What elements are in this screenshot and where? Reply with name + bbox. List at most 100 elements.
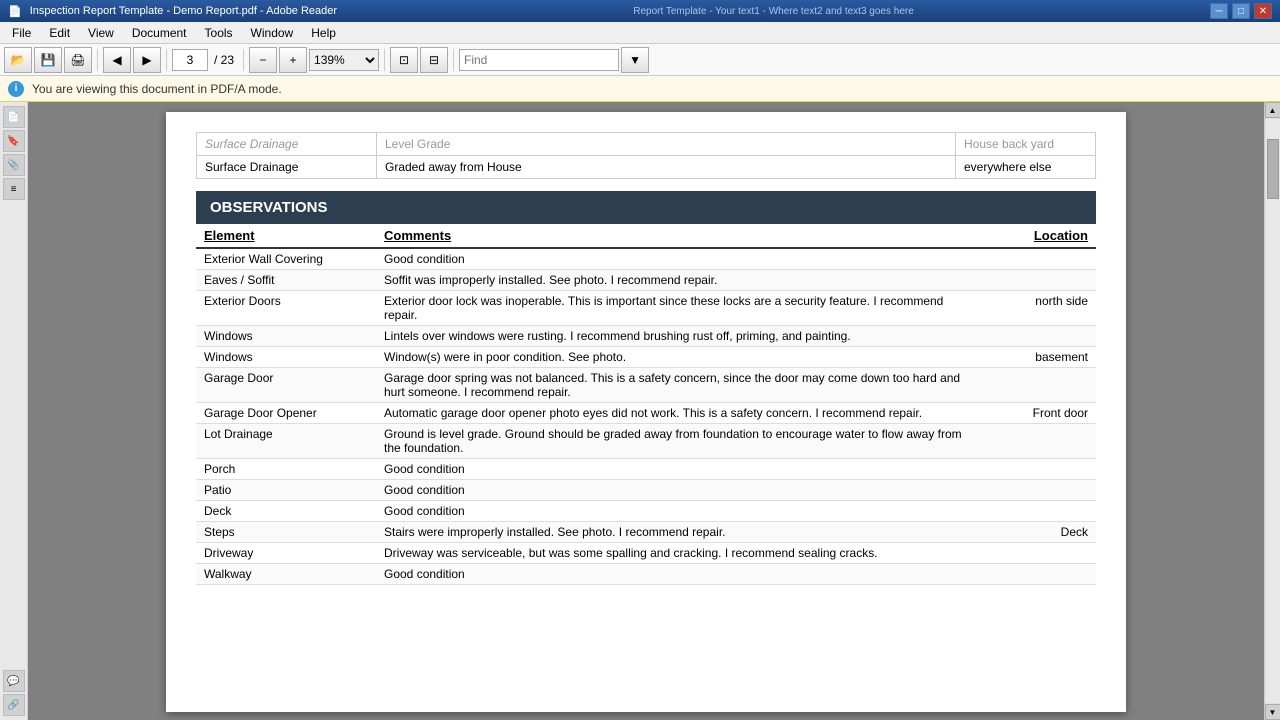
observations-title: OBSERVATIONS	[210, 199, 328, 216]
minimize-button[interactable]: ─	[1210, 3, 1228, 19]
menu-tools[interactable]: Tools	[197, 24, 241, 42]
sidebar-link-icon[interactable]: 🔗	[3, 694, 25, 716]
obs-location-8	[976, 459, 1096, 480]
prev-page-button[interactable]: ◀	[103, 47, 131, 73]
info-icon: i	[8, 81, 24, 97]
top-table: Surface Drainage Level Grade House back …	[196, 132, 1096, 179]
obs-element-5: Garage Door	[196, 368, 376, 403]
table-row: DrivewayDriveway was serviceable, but wa…	[196, 543, 1096, 564]
obs-location-9	[976, 480, 1096, 501]
obs-location-12	[976, 543, 1096, 564]
page-number-input[interactable]	[172, 49, 208, 71]
scrollbar-right[interactable]: ▲ ▼	[1264, 102, 1280, 720]
obs-comment-10: Good condition	[376, 501, 976, 522]
fit-page-button[interactable]: ⊡	[390, 47, 418, 73]
obs-comment-9: Good condition	[376, 480, 976, 501]
obs-element-10: Deck	[196, 501, 376, 522]
print-button[interactable]: 🖨	[64, 47, 92, 73]
sidebar-attachments-icon[interactable]: 📎	[3, 154, 25, 176]
table-row: Exterior Wall CoveringGood condition	[196, 248, 1096, 270]
obs-location-10	[976, 501, 1096, 522]
obs-comment-12: Driveway was serviceable, but was some s…	[376, 543, 976, 564]
obs-element-3: Windows	[196, 326, 376, 347]
obs-element-13: Walkway	[196, 564, 376, 585]
obs-location-2: north side	[976, 291, 1096, 326]
partial-element-1: Surface Drainage	[197, 133, 377, 156]
page-total: / 23	[210, 53, 238, 67]
obs-location-6: Front door	[976, 403, 1096, 424]
table-row: Eaves / SoffitSoffit was improperly inst…	[196, 270, 1096, 291]
open-button[interactable]: 📂	[4, 47, 32, 73]
close-button[interactable]: ✕	[1254, 3, 1272, 19]
sidebar-pages-icon[interactable]: 📄	[3, 106, 25, 128]
table-row: Surface Drainage Level Grade House back …	[197, 133, 1096, 156]
obs-element-6: Garage Door Opener	[196, 403, 376, 424]
table-row: WalkwayGood condition	[196, 564, 1096, 585]
obs-location-3	[976, 326, 1096, 347]
window-title: Inspection Report Template - Demo Report…	[30, 5, 337, 17]
main-layout: 📄 🔖 📎 ≡ 💬 🔗 Surface Drainage Level Grade…	[0, 102, 1280, 720]
scroll-track[interactable]	[1266, 119, 1280, 703]
top-comment-2: Graded away from House	[377, 156, 956, 179]
observations-header: OBSERVATIONS	[196, 191, 1096, 224]
sidebar-layers-icon[interactable]: ≡	[3, 178, 25, 200]
scroll-down-button[interactable]: ▼	[1265, 704, 1280, 720]
top-location-2: everywhere else	[956, 156, 1096, 179]
col-header-comments: Comments	[376, 224, 976, 248]
toolbar: 📂 💾 🖨 ◀ ▶ / 23 − + 139% 100% 75% 50% ⊡ ⊟…	[0, 44, 1280, 76]
table-header-row: Element Comments Location	[196, 224, 1096, 248]
zoom-select[interactable]: 139% 100% 75% 50%	[309, 49, 379, 71]
partial-comment-1: Level Grade	[377, 133, 956, 156]
obs-comment-13: Good condition	[376, 564, 976, 585]
scroll-up-button[interactable]: ▲	[1265, 102, 1280, 118]
obs-element-4: Windows	[196, 347, 376, 368]
obs-element-9: Patio	[196, 480, 376, 501]
sidebar-bookmarks-icon[interactable]: 🔖	[3, 130, 25, 152]
sidebar-left: 📄 🔖 📎 ≡ 💬 🔗	[0, 102, 28, 720]
watermark-text: Report Template - Your text1 - Where tex…	[633, 6, 914, 17]
obs-comment-5: Garage door spring was not balanced. Thi…	[376, 368, 976, 403]
next-page-button[interactable]: ▶	[133, 47, 161, 73]
menu-view[interactable]: View	[80, 24, 122, 42]
obs-location-7	[976, 424, 1096, 459]
observations-table: Element Comments Location Exterior Wall …	[196, 224, 1096, 585]
sidebar-comments-icon[interactable]: 💬	[3, 670, 25, 692]
menu-window[interactable]: Window	[243, 24, 302, 42]
obs-comment-7: Ground is level grade. Ground should be …	[376, 424, 976, 459]
save-button[interactable]: 💾	[34, 47, 62, 73]
obs-element-0: Exterior Wall Covering	[196, 248, 376, 270]
col-header-location: Location	[976, 224, 1096, 248]
menu-document[interactable]: Document	[124, 24, 195, 42]
obs-location-5	[976, 368, 1096, 403]
scroll-thumb[interactable]	[1267, 139, 1279, 199]
menu-file[interactable]: File	[4, 24, 39, 42]
obs-comment-2: Exterior door lock was inoperable. This …	[376, 291, 976, 326]
table-row: StepsStairs were improperly installed. S…	[196, 522, 1096, 543]
info-bar: i You are viewing this document in PDF/A…	[0, 76, 1280, 102]
zoom-out-button[interactable]: −	[249, 47, 277, 73]
obs-comment-8: Good condition	[376, 459, 976, 480]
title-bar: 📄 Inspection Report Template - Demo Repo…	[0, 0, 1280, 22]
find-input[interactable]	[459, 49, 619, 71]
menu-edit[interactable]: Edit	[41, 24, 78, 42]
obs-element-12: Driveway	[196, 543, 376, 564]
table-row: PatioGood condition	[196, 480, 1096, 501]
table-row: WindowsLintels over windows were rusting…	[196, 326, 1096, 347]
top-element-2: Surface Drainage	[197, 156, 377, 179]
maximize-button[interactable]: □	[1232, 3, 1250, 19]
obs-location-11: Deck	[976, 522, 1096, 543]
obs-location-4: basement	[976, 347, 1096, 368]
obs-comment-4: Window(s) were in poor condition. See ph…	[376, 347, 976, 368]
table-row: WindowsWindow(s) were in poor condition.…	[196, 347, 1096, 368]
obs-location-0	[976, 248, 1096, 270]
partial-location-1: House back yard	[956, 133, 1096, 156]
pdf-area[interactable]: Surface Drainage Level Grade House back …	[28, 102, 1264, 720]
find-dropdown-button[interactable]: ▼	[621, 47, 649, 73]
menu-help[interactable]: Help	[303, 24, 344, 42]
table-row: Exterior DoorsExterior door lock was ino…	[196, 291, 1096, 326]
zoom-in-button[interactable]: +	[279, 47, 307, 73]
table-row: Surface Drainage Graded away from House …	[197, 156, 1096, 179]
obs-location-13	[976, 564, 1096, 585]
table-row: PorchGood condition	[196, 459, 1096, 480]
fit-width-button[interactable]: ⊟	[420, 47, 448, 73]
